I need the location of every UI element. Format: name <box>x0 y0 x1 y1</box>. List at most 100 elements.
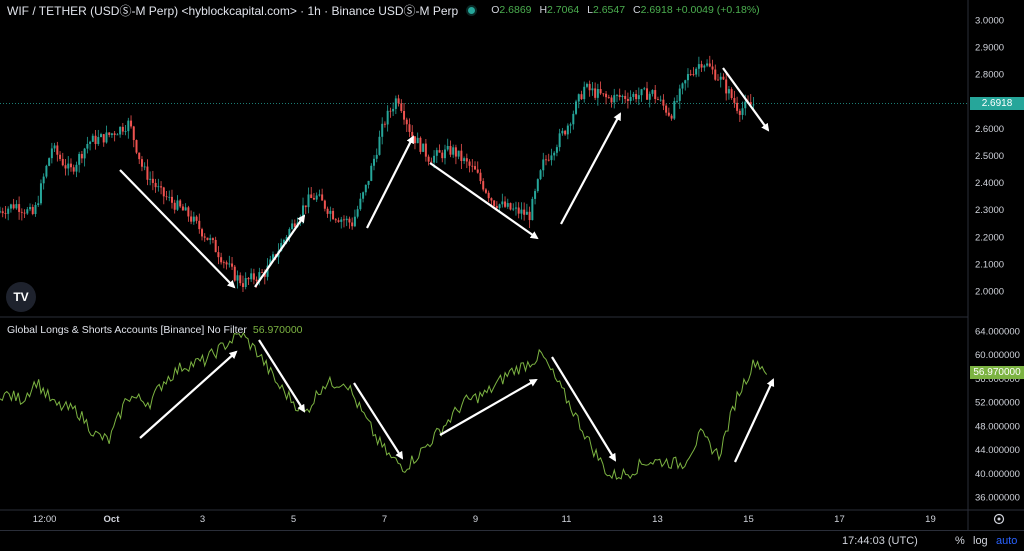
candle-body <box>78 153 81 165</box>
candle-body <box>460 150 463 162</box>
candle-body <box>525 211 528 215</box>
settings-gear-center <box>997 517 1001 521</box>
log-toggle[interactable]: log <box>973 535 988 547</box>
price-tick-label: 2.1000 <box>975 259 1004 270</box>
candle-body <box>203 236 206 238</box>
candle-body <box>34 205 37 215</box>
symbol-title: WIF / TETHER (USDⓈ-M Perp) <hyblockcapit… <box>7 3 459 18</box>
candle-body <box>217 252 220 258</box>
candle-body <box>637 95 640 100</box>
candle-body <box>692 74 695 76</box>
candle-body <box>708 63 711 67</box>
time-tick-label: 5 <box>291 514 296 525</box>
candle-body <box>247 278 250 280</box>
candle-body <box>383 123 386 125</box>
symbol-header[interactable]: WIF / TETHER (USDⓈ-M Perp) <hyblockcapit… <box>7 2 765 18</box>
candle-body <box>342 219 345 221</box>
candle-body <box>591 88 594 91</box>
candle-body <box>386 110 389 125</box>
candle-body <box>222 262 225 264</box>
candle-body <box>75 164 78 172</box>
candle-body <box>474 166 477 170</box>
last-price-tag: 2.6918 <box>970 97 1024 111</box>
candle-body <box>476 169 479 173</box>
candle-body <box>493 200 496 206</box>
candle-body <box>198 220 201 230</box>
tradingview-logo-icon[interactable]: TV <box>6 282 36 312</box>
candle-body <box>531 198 534 221</box>
candle-body <box>667 112 670 116</box>
indicator-tick-label: 60.000000 <box>975 350 1020 361</box>
time-tick-label: 9 <box>473 514 478 525</box>
candle-body <box>615 95 618 96</box>
candle-body <box>517 207 520 214</box>
candle-body <box>654 90 657 99</box>
candle-body <box>441 152 444 159</box>
candle-body <box>509 203 512 210</box>
chart-canvas[interactable]: 3.00002.90002.80002.70002.60002.50002.40… <box>0 0 1024 530</box>
candle-body <box>523 209 526 215</box>
candle-body <box>498 204 501 209</box>
candle-body <box>323 200 326 209</box>
candle-body <box>236 275 239 281</box>
candle-body <box>127 120 130 132</box>
candle-body <box>580 94 583 100</box>
clock[interactable]: 17:44:03 (UTC) <box>842 535 918 547</box>
candle-body <box>738 110 741 115</box>
candle-body <box>449 145 452 155</box>
candle-body <box>37 203 40 206</box>
candle-body <box>176 200 179 210</box>
candle-body <box>599 89 602 94</box>
market-status-icon <box>468 6 476 14</box>
indicator-legend[interactable]: Global Longs & Shorts Accounts [Binance]… <box>7 324 303 336</box>
candle-body <box>233 266 236 281</box>
candle-body <box>403 110 406 120</box>
price-tick-label: 2.0000 <box>975 287 1004 298</box>
candle-body <box>408 124 411 132</box>
candle-body <box>170 196 173 203</box>
auto-toggle[interactable]: auto <box>996 535 1017 547</box>
candle-body <box>725 79 728 94</box>
candle-body <box>48 158 51 166</box>
candle-body <box>138 152 141 160</box>
annotation-arrow <box>734 378 775 463</box>
candle-body <box>463 158 466 162</box>
candle-body <box>119 126 122 135</box>
candle-body <box>168 196 171 198</box>
candle-body <box>629 96 632 101</box>
candle-body <box>413 136 416 144</box>
candle-body <box>405 119 408 125</box>
candle-body <box>392 108 395 112</box>
candle-body <box>370 165 373 181</box>
candle-body <box>255 279 258 281</box>
candle-body <box>329 210 332 214</box>
candle-body <box>722 76 725 80</box>
candle-body <box>424 143 427 157</box>
time-tick-label: 12:00 <box>33 514 57 525</box>
candle-body <box>83 148 86 159</box>
candle-body <box>427 156 430 162</box>
candle-body <box>569 124 572 126</box>
candle-body <box>364 184 367 193</box>
candle-body <box>673 101 676 119</box>
candle-body <box>69 163 72 168</box>
candle-body <box>12 204 15 209</box>
candle-body <box>209 238 212 240</box>
candle-body <box>700 64 703 68</box>
candle-body <box>662 99 665 106</box>
candle-body <box>56 145 59 155</box>
percent-toggle[interactable]: % <box>955 535 965 547</box>
candle-body <box>351 222 354 227</box>
candle-body <box>676 100 679 102</box>
candle-body <box>613 95 616 103</box>
candle-body <box>495 205 498 209</box>
indicator-line <box>0 331 768 480</box>
price-tick-label: 2.5000 <box>975 151 1004 162</box>
candle-body <box>359 198 362 210</box>
candle-body <box>225 262 228 265</box>
candle-body <box>610 97 613 103</box>
candle-body <box>381 123 384 137</box>
time-tick-label: Oct <box>104 514 121 525</box>
candle-body <box>94 135 97 144</box>
candle-body <box>686 74 689 81</box>
